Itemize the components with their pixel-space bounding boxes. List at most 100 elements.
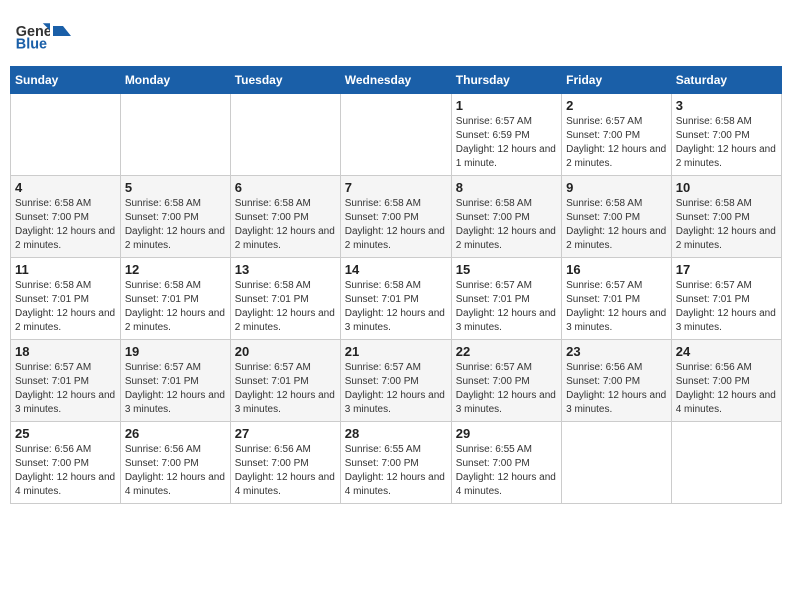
day-number: 20 <box>235 344 336 359</box>
day-number: 21 <box>345 344 447 359</box>
day-number: 23 <box>566 344 667 359</box>
day-number: 13 <box>235 262 336 277</box>
logo-flag-icon <box>53 26 71 44</box>
table-row <box>11 94 121 176</box>
day-info: Sunrise: 6:57 AM Sunset: 7:01 PM Dayligh… <box>125 361 226 417</box>
table-row: 4Sunrise: 6:58 AM Sunset: 7:00 PM Daylig… <box>11 176 121 258</box>
day-number: 15 <box>456 262 557 277</box>
day-number: 12 <box>125 262 226 277</box>
day-info: Sunrise: 6:58 AM Sunset: 7:00 PM Dayligh… <box>125 197 226 253</box>
table-row <box>562 422 672 504</box>
day-number: 8 <box>456 180 557 195</box>
table-row: 16Sunrise: 6:57 AM Sunset: 7:01 PM Dayli… <box>562 258 672 340</box>
table-row <box>230 94 340 176</box>
day-number: 7 <box>345 180 447 195</box>
svg-text:Blue: Blue <box>16 36 47 52</box>
week-row-5: 25 Sunrise: 6:56 AM Sunset: 7:00 PM Dayli… <box>11 422 782 504</box>
day-number: 27 <box>235 426 336 441</box>
day-number: 14 <box>345 262 447 277</box>
day-number: 25 <box>15 426 116 441</box>
day-number: 11 <box>15 262 116 277</box>
table-row: 25 Sunrise: 6:56 AM Sunset: 7:00 PM Dayli… <box>11 422 121 504</box>
logo-icon: General Blue <box>14 16 50 52</box>
day-number: 19 <box>125 344 226 359</box>
table-row: 17 Sunrise: 6:57 AM Sunset: 7:01 PM Dayli… <box>671 258 781 340</box>
header-saturday: Saturday <box>671 67 781 94</box>
header-tuesday: Tuesday <box>230 67 340 94</box>
day-info: Sunrise: 6:58 AM Sunset: 7:00 PM Dayligh… <box>235 197 336 253</box>
day-info: Sunrise: 6:56 AM Sunset: 7:00 PM Dayligh… <box>566 361 667 417</box>
day-info: Sunrise: 6:58 AM Sunset: 7:00 PM Dayligh… <box>676 197 777 253</box>
table-row: 13 Sunrise: 6:58 AM Sunset: 7:01 PM Dayli… <box>230 258 340 340</box>
table-row: 8 Sunrise: 6:58 AM Sunset: 7:00 PM Daylig… <box>451 176 561 258</box>
day-number: 2 <box>566 98 667 113</box>
table-row: 2 Sunrise: 6:57 AM Sunset: 7:00 PM Daylig… <box>562 94 672 176</box>
day-number: 6 <box>235 180 336 195</box>
table-row: 21 Sunrise: 6:57 AM Sunset: 7:00 PM Dayli… <box>340 340 451 422</box>
day-info: Sunrise: 6:58 AM Sunset: 7:01 PM Dayligh… <box>345 279 447 335</box>
day-number: 9 <box>566 180 667 195</box>
table-row: 19 Sunrise: 6:57 AM Sunset: 7:01 PM Dayli… <box>120 340 230 422</box>
day-number: 17 <box>676 262 777 277</box>
day-info: Sunrise: 6:58 AM Sunset: 7:00 PM Dayligh… <box>345 197 447 253</box>
day-number: 18 <box>15 344 116 359</box>
logo: General Blue <box>14 16 72 52</box>
calendar-table: SundayMondayTuesdayWednesdayThursdayFrid… <box>10 66 782 504</box>
day-info: Sunrise: 6:57 AM Sunset: 7:01 PM Dayligh… <box>15 361 116 417</box>
day-info: Sunrise: 6:57 AM Sunset: 7:01 PM Dayligh… <box>676 279 777 335</box>
table-row: 1Sunrise: 6:57 AM Sunset: 6:59 PM Daylig… <box>451 94 561 176</box>
day-number: 28 <box>345 426 447 441</box>
day-info: Sunrise: 6:57 AM Sunset: 7:01 PM Dayligh… <box>456 279 557 335</box>
table-row: 24 Sunrise: 6:56 AM Sunset: 7:00 PM Dayli… <box>671 340 781 422</box>
day-number: 24 <box>676 344 777 359</box>
table-row: 14 Sunrise: 6:58 AM Sunset: 7:01 PM Dayli… <box>340 258 451 340</box>
day-number: 29 <box>456 426 557 441</box>
table-row: 5 Sunrise: 6:58 AM Sunset: 7:00 PM Daylig… <box>120 176 230 258</box>
day-number: 10 <box>676 180 777 195</box>
header-friday: Friday <box>562 67 672 94</box>
table-row: 23 Sunrise: 6:56 AM Sunset: 7:00 PM Dayli… <box>562 340 672 422</box>
day-info: Sunrise: 6:56 AM Sunset: 7:00 PM Dayligh… <box>676 361 777 417</box>
day-number: 3 <box>676 98 777 113</box>
table-row: 22 Sunrise: 6:57 AM Sunset: 7:00 PM Dayli… <box>451 340 561 422</box>
day-info: Sunrise: 6:55 AM Sunset: 7:00 PM Dayligh… <box>456 443 557 499</box>
week-row-2: 4 Sunrise: 6:58 AM Sunset: 7:00 PM Daylig… <box>11 176 782 258</box>
day-number: 5 <box>125 180 226 195</box>
table-row: 26 Sunrise: 6:56 AM Sunset: 7:00 PM Dayli… <box>120 422 230 504</box>
calendar-header-row: SundayMondayTuesdayWednesdayThursdayFrid… <box>11 67 782 94</box>
table-row: 10 Sunrise: 6:58 AM Sunset: 7:00 PM Dayli… <box>671 176 781 258</box>
day-info: Sunrise: 6:56 AM Sunset: 7:00 PM Dayligh… <box>125 443 226 499</box>
day-info: Sunrise: 6:58 AM Sunset: 7:01 PM Dayligh… <box>235 279 336 335</box>
day-number: 4 <box>15 180 116 195</box>
day-number: 22 <box>456 344 557 359</box>
table-row: 12 Sunrise: 6:58 AM Sunset: 7:01 PM Dayli… <box>120 258 230 340</box>
day-number: 26 <box>125 426 226 441</box>
day-info: Sunrise: 6:58 AM Sunset: 7:00 PM Dayligh… <box>456 197 557 253</box>
week-row-4: 18 Sunrise: 6:57 AM Sunset: 7:01 PM Dayli… <box>11 340 782 422</box>
table-row: 29 Sunrise: 6:55 AM Sunset: 7:00 PM Dayli… <box>451 422 561 504</box>
calendar-body: 1Sunrise: 6:57 AM Sunset: 6:59 PM Daylig… <box>11 94 782 504</box>
table-row: 9Sunrise: 6:58 AM Sunset: 7:00 PM Daylig… <box>562 176 672 258</box>
table-row <box>120 94 230 176</box>
day-number: 16 <box>566 262 667 277</box>
day-info: Sunrise: 6:58 AM Sunset: 7:01 PM Dayligh… <box>15 279 116 335</box>
table-row: 3Sunrise: 6:58 AM Sunset: 7:00 PM Daylig… <box>671 94 781 176</box>
day-info: Sunrise: 6:56 AM Sunset: 7:00 PM Dayligh… <box>15 443 116 499</box>
table-row: 18 Sunrise: 6:57 AM Sunset: 7:01 PM Dayli… <box>11 340 121 422</box>
day-info: Sunrise: 6:57 AM Sunset: 6:59 PM Dayligh… <box>456 115 557 171</box>
day-info: Sunrise: 6:57 AM Sunset: 7:00 PM Dayligh… <box>345 361 447 417</box>
day-info: Sunrise: 6:55 AM Sunset: 7:00 PM Dayligh… <box>345 443 447 499</box>
table-row: 28 Sunrise: 6:55 AM Sunset: 7:00 PM Dayli… <box>340 422 451 504</box>
header-sunday: Sunday <box>11 67 121 94</box>
day-info: Sunrise: 6:57 AM Sunset: 7:01 PM Dayligh… <box>235 361 336 417</box>
week-row-3: 11 Sunrise: 6:58 AM Sunset: 7:01 PM Dayli… <box>11 258 782 340</box>
table-row: 7 Sunrise: 6:58 AM Sunset: 7:00 PM Daylig… <box>340 176 451 258</box>
header-monday: Monday <box>120 67 230 94</box>
table-row: 20 Sunrise: 6:57 AM Sunset: 7:01 PM Dayli… <box>230 340 340 422</box>
day-info: Sunrise: 6:58 AM Sunset: 7:01 PM Dayligh… <box>125 279 226 335</box>
day-info: Sunrise: 6:57 AM Sunset: 7:00 PM Dayligh… <box>456 361 557 417</box>
table-row <box>340 94 451 176</box>
table-row: 15 Sunrise: 6:57 AM Sunset: 7:01 PM Dayli… <box>451 258 561 340</box>
day-info: Sunrise: 6:57 AM Sunset: 7:00 PM Dayligh… <box>566 115 667 171</box>
header-wednesday: Wednesday <box>340 67 451 94</box>
